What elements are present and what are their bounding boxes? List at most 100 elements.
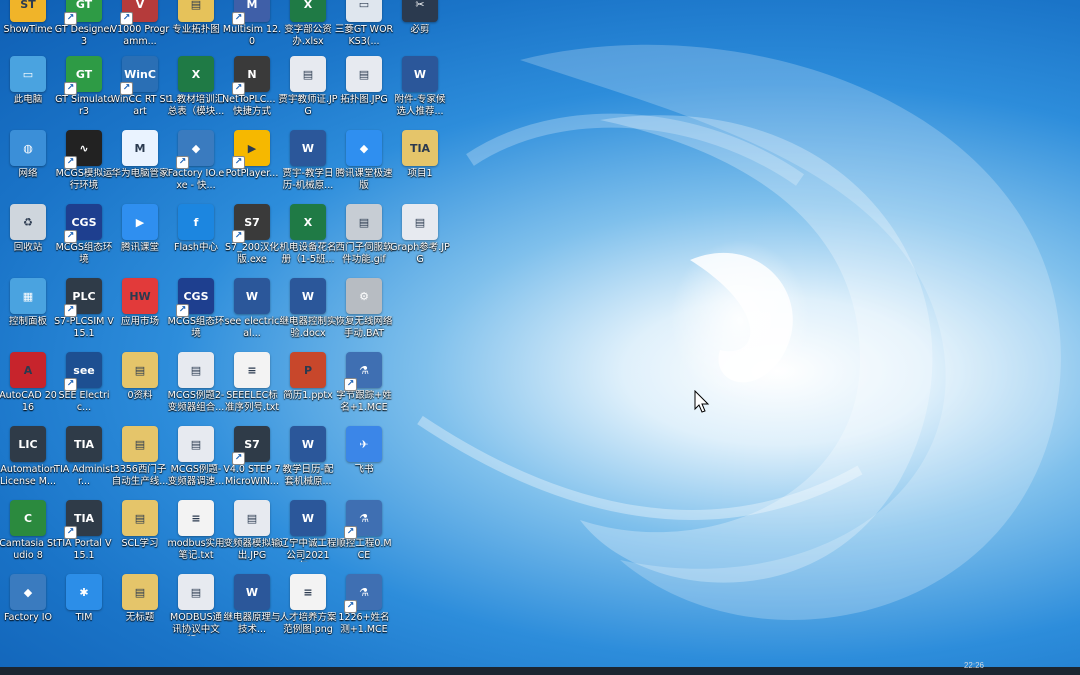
desktop-icon-label: 此电脑 (13, 94, 43, 105)
desktop-icon[interactable]: LIC Automation License M... (0, 426, 56, 500)
desktop-icon[interactable]: TIA 项目1 (392, 130, 448, 204)
desktop-icon[interactable]: ≡ SEEELEC标准序列号.txt (224, 352, 280, 426)
desktop-icon[interactable]: ⚗ ↗ 1226+姓名测+1.MCE (336, 574, 392, 648)
desktop-icon[interactable]: W 教学日历-配套机械原... (280, 426, 336, 500)
app-icon: V ↗ (120, 0, 158, 25)
desktop-icon[interactable]: Wsee electrical... (224, 278, 280, 352)
desktop-icon-label: TIA Portal V15.1 (56, 538, 112, 561)
desktop-icon[interactable]: ▭ 此电脑 (0, 56, 56, 130)
desktop-icon-label: 网络 (18, 168, 38, 179)
desktop-icon[interactable]: ◆ 腾讯课堂极速版 (335, 130, 393, 204)
app-icon: ≡ (234, 352, 270, 388)
shortcut-arrow-icon: ↗ (120, 12, 133, 25)
desktop-icon[interactable]: ▤ 3356西门子自动生产线... (112, 426, 168, 500)
desktop-icon[interactable]: W 附件-专家候选人推荐... (392, 56, 448, 130)
app-icon: ▤ (178, 426, 214, 462)
desktop-icon-label: 无标题 (125, 612, 155, 623)
desktop-icon[interactable]: ▤ 无标题 (112, 574, 168, 648)
desktop-icon[interactable]: ◆ Factory IO (0, 574, 56, 648)
desktop-icon[interactable]: P 简历1.pptx (280, 352, 336, 426)
desktop-icon[interactable]: ▤ 专业拓扑图 (168, 0, 224, 60)
desktop-icon[interactable]: W辽宁中诚工程公司2021年... (279, 500, 337, 574)
desktop-icon[interactable]: X 机电设备花名册（1-5班... (279, 204, 337, 278)
desktop-icon[interactable]: ▤ SCL学习 (112, 500, 168, 574)
desktop-icon[interactable]: PLC ↗ S7-PLCSIM V15.1 (54, 278, 114, 352)
app-icon: S7 ↗ (232, 426, 270, 465)
desktop-icon[interactable]: ▤ 0资料 (112, 352, 168, 426)
desktop-icon[interactable]: ⚙ 恢复无线网络手动.BAT (335, 278, 393, 352)
desktop-icon[interactable]: ✂ 必剪 (392, 0, 448, 60)
desktop-icon[interactable]: ♻ 回收站 (0, 204, 56, 278)
desktop-icon[interactable]: WinC ↗ WinCC RT Start (111, 56, 169, 130)
app-icon: ▤ (122, 574, 158, 610)
desktop-icon[interactable]: ✱ TIM (56, 574, 112, 648)
desktop-icon[interactable]: ≡ 人才培养方案范例图.png (279, 574, 337, 648)
desktop-icon[interactable]: ▤ 贾宇教师证.JPG (278, 56, 338, 130)
desktop-icon-label: Graph参考.JPG (390, 242, 450, 265)
app-icon: ⚗ ↗ (344, 352, 382, 391)
shortcut-arrow-icon: ↗ (64, 82, 77, 95)
desktop-icon[interactable]: M ↗ Multisim 12.0 (223, 0, 281, 60)
desktop-icon[interactable]: ▤ 拓扑图.JPG (336, 56, 392, 130)
desktop-icon-label: Automation License M... (0, 464, 57, 487)
desktop-icon[interactable]: ◆ ↗ Factory IO.exe - 快... (168, 130, 224, 204)
desktop-icon-label: 1226+姓名测+1.MCE (338, 612, 390, 635)
app-icon: TIA (66, 426, 102, 462)
app-icon: ST (10, 0, 46, 22)
app-icon: ▤ (346, 204, 382, 240)
desktop-icon[interactable]: W 贾宇-教学日历-机械原... (280, 130, 336, 204)
desktop-icon[interactable]: ∿ ↗ MCGS模拟运行环境 (56, 130, 112, 204)
desktop-icon[interactable]: ▤ Graph参考.JPG (390, 204, 450, 278)
desktop-icon[interactable]: V ↗ V1000 Programm... (111, 0, 169, 60)
desktop-icon[interactable]: GT ↗ GT Designer3 (54, 0, 114, 60)
app-icon: ▭ (10, 56, 46, 92)
desktop-icon[interactable]: CGS ↗ MCGS组态环境 (168, 278, 224, 352)
desktop-icon[interactable]: ◍ 网络 (0, 130, 56, 204)
desktop-icon[interactable]: X 1.教材培训汇总表（模块... (168, 56, 224, 130)
desktop-icon[interactable]: S7 ↗ S7_200汉化版.exe (224, 204, 280, 278)
desktop-icon[interactable]: GT ↗ GT Simulator3 (55, 56, 113, 130)
desktop-icon[interactable]: ▤ 变频器模拟输出.JPG (223, 500, 281, 574)
desktop-icon[interactable]: A AutoCAD 2016 (0, 352, 57, 426)
desktop-icon[interactable]: ⚗ ↗ 字节跟踪+姓名+1.MCE (336, 352, 392, 426)
desktop-icon[interactable]: CGS ↗ MCGS组态环境 (56, 204, 112, 278)
desktop-icon[interactable]: ▭ 三菱GT WORKS3(... (334, 0, 394, 60)
desktop-icon[interactable]: C Camtasia Studio 8 (0, 500, 57, 574)
app-icon: LIC (10, 426, 46, 462)
desktop-icon[interactable]: W 继电器控制实验.docx (279, 278, 337, 352)
app-icon: C (10, 500, 46, 536)
desktop-icon[interactable]: M 华为电脑管家 (111, 130, 169, 204)
desktop-icon[interactable]: TIA TIA Administr... (54, 426, 114, 500)
desktop-icon-label: 人才培养方案范例图.png (279, 612, 337, 635)
desktop-icon[interactable]: ▦ 控制面板 (0, 278, 56, 352)
desktop-icon[interactable]: ▶ ↗ PotPlayer... (224, 130, 280, 204)
desktop-icon[interactable]: S7 ↗ V4.0 STEP 7 MicroWIN... (223, 426, 281, 500)
desktop-icon[interactable]: ▶ 腾讯课堂 (112, 204, 168, 278)
app-icon: ◍ (10, 130, 46, 166)
desktop-icon[interactable]: ▤ 西门子伺服软件功能.gif (335, 204, 393, 278)
desktop-icon[interactable]: f Flash中心 (168, 204, 224, 278)
desktop-icon-label: MCGS组态环境 (167, 316, 225, 339)
desktop-icon[interactable]: ST ShowTime (0, 0, 56, 60)
desktop-icon[interactable]: ▤MODBUS通讯协议中文版... (168, 574, 224, 648)
desktop-icon[interactable]: ▤ MCGS例题-变频器调速... (168, 426, 224, 500)
desktop-icon[interactable]: HW 应用市场 (112, 278, 168, 352)
app-icon: CGS ↗ (64, 204, 102, 243)
desktop-icon[interactable]: ⚗ ↗ 顺控工程0.MCE (336, 500, 392, 574)
desktop-icon[interactable]: TIA ↗ TIA Portal V15.1 (56, 500, 112, 574)
desktop-icon-label: 腾讯课堂极速版 (335, 168, 393, 191)
app-icon: ▤ (122, 500, 158, 536)
desktop-icon[interactable]: ▤ MCGS例题2-变频器组合... (168, 352, 224, 426)
desktop-icon[interactable]: ≡ modbus实用笔记.txt (167, 500, 225, 574)
desktop-icon[interactable]: N ↗ NetToPLC... - 快捷方式 (222, 56, 282, 130)
app-icon: TIA ↗ (64, 500, 102, 539)
app-icon: ⚗ ↗ (344, 574, 382, 613)
desktop-icon-label: 三菱GT WORKS3(... (334, 24, 394, 47)
desktop-icon[interactable]: see ↗ SEE Electric... (56, 352, 112, 426)
desktop-icon-label: GT Designer3 (54, 24, 114, 47)
desktop-icon-label: AutoCAD 2016 (0, 390, 57, 413)
desktop-icon[interactable]: W 继电器原理与技术... (223, 574, 281, 648)
taskbar-clock[interactable]: 22:26 (964, 661, 984, 670)
desktop-icon[interactable]: X 变字部公资办.xlsx (280, 0, 336, 60)
desktop-icon[interactable]: ✈ 飞书 (336, 426, 392, 500)
